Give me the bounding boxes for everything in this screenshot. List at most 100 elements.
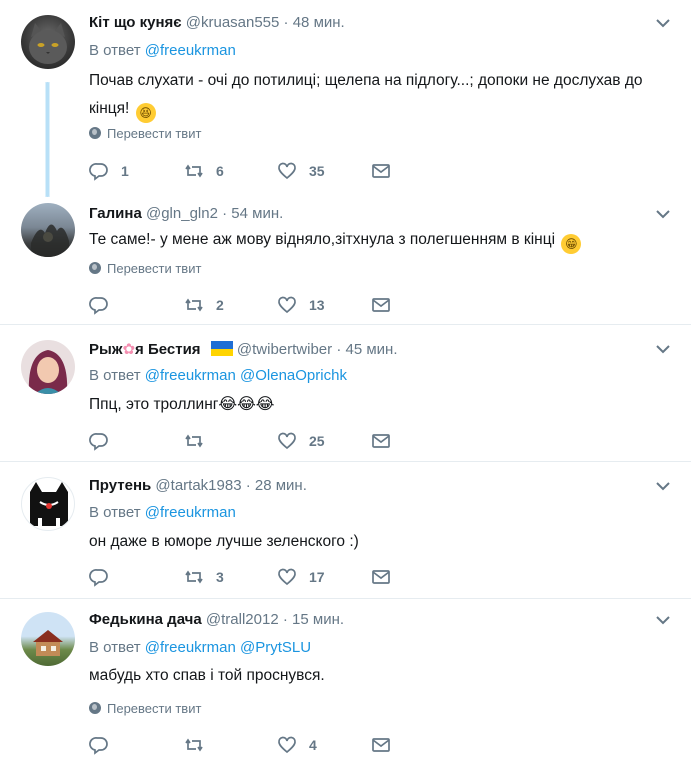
tweet-text: Почав слухати - очі до потилиці; щелепа … (89, 67, 679, 123)
display-name[interactable]: Галина (89, 205, 142, 222)
user-handle[interactable]: @kruasan555 (186, 14, 280, 31)
timestamp[interactable]: 28 мин. (255, 477, 307, 494)
like-count: 25 (309, 433, 325, 449)
mention-link[interactable]: @freeukrman (145, 639, 236, 656)
translate-tweet-link[interactable]: Перевести твит (89, 126, 201, 141)
reply-to-line: В ответ @freeukrman (89, 42, 236, 59)
tears-of-joy-emoji: 😂😂😂 (218, 396, 275, 413)
tweet-text: он даже в юморе лучше зеленского :) (89, 528, 679, 556)
tweet-text-body: Те саме!- у мене аж мову відняло,зітхнул… (89, 231, 556, 248)
retweet-button[interactable]: 6 (184, 160, 224, 182)
like-button[interactable]: 13 (277, 294, 325, 316)
sunset-avatar-image (31, 224, 69, 257)
reply-icon (89, 737, 108, 755)
like-button[interactable]: 35 (277, 160, 325, 182)
reply-button[interactable] (89, 430, 121, 452)
retweet-button[interactable] (184, 734, 216, 756)
user-handle[interactable]: @twibertwiber (237, 341, 332, 358)
chevron-down-icon[interactable] (655, 615, 671, 625)
direct-message-button[interactable] (371, 430, 403, 452)
envelope-icon (372, 164, 390, 178)
tweet[interactable]: Федькина дача @trall2012 · 15 мин. В отв… (0, 599, 691, 769)
user-handle[interactable]: @gln_gln2 (146, 205, 218, 222)
mention-link[interactable]: @freeukrman (145, 504, 236, 521)
tweet-header: Кіт що куняє @kruasan555 · 48 мин. (89, 14, 345, 31)
separator-dot: · (222, 205, 228, 222)
mention-link[interactable]: @freeukrman (145, 367, 236, 384)
mention-link[interactable]: @PrytSLU (240, 639, 311, 656)
tweet-text: мабудь хто спав і той проснувся. (89, 662, 679, 690)
direct-message-button[interactable] (371, 160, 403, 182)
timestamp[interactable]: 15 мин. (292, 611, 344, 628)
tweet[interactable]: Рыж✿я Бестия @twibertwiber · 45 мин. В о… (0, 325, 691, 462)
timestamp[interactable]: 48 мин. (293, 14, 345, 31)
tweet-header: Прутень @tartak1983 · 28 мин. (89, 477, 307, 494)
flower-icon: ✿ (122, 341, 136, 358)
timestamp[interactable]: 45 мин. (346, 341, 398, 358)
tweet[interactable]: Прутень @tartak1983 · 28 мин. В ответ @f… (0, 462, 691, 599)
avatar[interactable] (21, 477, 75, 531)
reply-button[interactable] (89, 294, 121, 316)
chevron-down-icon[interactable] (655, 18, 671, 28)
direct-message-button[interactable] (371, 566, 403, 588)
tweet-header: Рыж✿я Бестия @twibertwiber · 45 мин. (89, 340, 398, 358)
envelope-icon (372, 570, 390, 584)
retweet-button[interactable]: 3 (184, 566, 224, 588)
heart-icon (278, 568, 296, 586)
chevron-down-icon[interactable] (655, 209, 671, 219)
chevron-down-icon[interactable] (655, 481, 671, 491)
tweet-actions: 25 (89, 430, 409, 452)
like-button[interactable]: 4 (277, 734, 317, 756)
avatar[interactable] (21, 203, 75, 257)
reply-feed: Кіт що куняє @kruasan555 · 48 мин. В отв… (0, 0, 691, 769)
tweet[interactable]: Кіт що куняє @kruasan555 · 48 мин. В отв… (0, 0, 691, 197)
display-name[interactable]: Кіт що куняє (89, 14, 182, 31)
reply-to-line: В ответ @freeukrman @OlenaOprichk (89, 367, 347, 384)
envelope-icon (372, 298, 390, 312)
avatar[interactable] (21, 340, 75, 394)
cat-avatar-image (29, 23, 67, 64)
reply-icon (89, 163, 108, 181)
user-handle[interactable]: @tartak1983 (155, 477, 241, 494)
reply-count: 1 (121, 163, 129, 179)
avatar[interactable] (21, 15, 75, 69)
woman-avatar-image (28, 350, 68, 394)
retweet-count: 2 (216, 297, 224, 313)
timestamp[interactable]: 54 мин. (231, 205, 283, 222)
retweet-icon (185, 164, 203, 178)
retweet-button[interactable]: 2 (184, 294, 224, 316)
globe-icon (89, 702, 101, 714)
reply-to-line: В ответ @freeukrman (89, 504, 236, 521)
translate-label: Перевести твит (107, 261, 202, 276)
like-count: 35 (309, 163, 325, 179)
translate-tweet-link[interactable]: Перевести твит (89, 701, 201, 716)
reply-prefix: В ответ (89, 504, 141, 521)
heart-icon (278, 296, 296, 314)
retweet-count: 3 (216, 569, 224, 585)
chevron-down-icon[interactable] (655, 344, 671, 354)
avatar[interactable] (21, 612, 75, 666)
mention-link[interactable]: @OlenaOprichk (240, 367, 347, 384)
separator-dot: · (283, 14, 289, 31)
mention-link[interactable]: @freeukrman (145, 42, 236, 59)
direct-message-button[interactable] (371, 294, 403, 316)
like-count: 17 (309, 569, 325, 585)
reply-icon (89, 569, 108, 587)
display-name[interactable]: Рыж✿я Бестия (89, 341, 201, 358)
user-handle[interactable]: @trall2012 (206, 611, 279, 628)
display-name[interactable]: Федькина дача (89, 611, 202, 628)
tweet-text: Те саме!- у мене аж мову відняло,зітхнул… (89, 226, 679, 254)
direct-message-button[interactable] (371, 734, 403, 756)
like-button[interactable]: 25 (277, 430, 325, 452)
like-button[interactable]: 17 (277, 566, 325, 588)
display-name[interactable]: Прутень (89, 477, 151, 494)
reply-button[interactable] (89, 566, 121, 588)
tweet[interactable]: Галина @gln_gln2 · 54 мин. Те саме!- у м… (0, 195, 691, 325)
reply-button[interactable] (89, 734, 121, 756)
retweet-button[interactable] (184, 430, 216, 452)
separator-dot: · (282, 611, 288, 628)
reply-button[interactable]: 1 (89, 160, 129, 182)
tweet-header: Федькина дача @trall2012 · 15 мин. (89, 611, 344, 628)
heart-icon (278, 162, 296, 180)
translate-tweet-link[interactable]: Перевести твит (89, 261, 201, 276)
